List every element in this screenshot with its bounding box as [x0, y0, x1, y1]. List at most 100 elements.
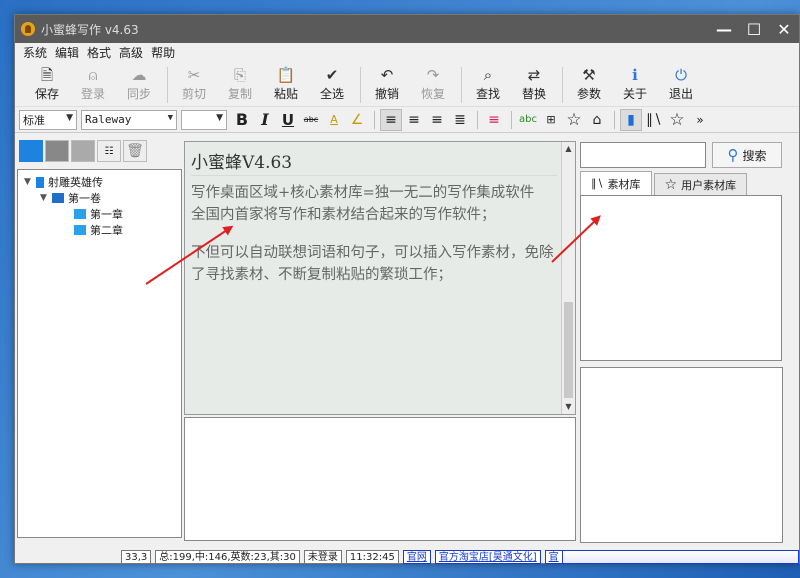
- new-folder-icon[interactable]: [45, 140, 69, 162]
- font-select[interactable]: Raleway ▼: [81, 109, 177, 130]
- tab-label: 用户素材库: [681, 178, 737, 192]
- chevron-down-icon: ▼: [66, 112, 73, 123]
- align-left-icon[interactable]: ≡: [380, 108, 402, 131]
- tab-user-library[interactable]: ☆ 用户素材库: [653, 173, 748, 195]
- menu-help[interactable]: 帮助: [151, 44, 175, 61]
- spellcheck-icon[interactable]: abc: [517, 109, 539, 131]
- status-progress: [561, 550, 799, 564]
- search-bar: ⚲ 搜索: [580, 141, 797, 169]
- tree-node-volume[interactable]: ▼ 第一卷: [24, 190, 181, 206]
- align-justify-icon[interactable]: ≣: [449, 109, 471, 131]
- select-all-button[interactable]: ✔ 全选: [314, 65, 350, 102]
- chapter-file-icon: [74, 209, 86, 219]
- style-select-value: 标准: [23, 113, 45, 127]
- sync-button[interactable]: ☁ 同步: [121, 65, 157, 102]
- list-icon[interactable]: ≡: [483, 109, 505, 131]
- style-select[interactable]: 标准 ▼: [19, 109, 77, 130]
- settings-button[interactable]: ⚒ 参数: [571, 65, 607, 102]
- app-window: 小蜜蜂写作 v4.63 — ☐ ✕ 系统 编辑 格式 高级 帮助 🗎 保存 ⍝ 登录…: [14, 14, 800, 564]
- select-all-label: 全选: [319, 87, 344, 101]
- main-toolbar: 🗎 保存 ⍝ 登录 ☁ 同步 ✂ 剪切 ⎘ 复制 📋 粘贴 ✔ 全选 ↶ 撤销 ↷ 恢复 ⌕ 查找 …: [15, 61, 799, 107]
- editor-paragraph: 不但可以自动联想词语和句子，可以插入写作素材，免除了寻找素材、不断复制粘贴的繁琐…: [191, 245, 554, 283]
- tree-node-chapter-1[interactable]: 第一章: [24, 206, 181, 222]
- exit-button[interactable]: ⏻ 退出: [663, 65, 699, 102]
- clock: 11:32:45: [345, 550, 399, 564]
- replace-icon: ⇄: [527, 66, 541, 84]
- user-icon: ⍝: [88, 66, 98, 84]
- replace-button[interactable]: ⇄ 替换: [516, 65, 552, 102]
- menu-format[interactable]: 格式: [87, 44, 111, 61]
- bold-button[interactable]: B: [231, 109, 253, 131]
- font-color-button[interactable]: A: [323, 109, 345, 131]
- close-button[interactable]: ✕: [769, 15, 799, 43]
- tree-node-book[interactable]: ▼ 射雕英雄传: [24, 174, 181, 190]
- trash-icon[interactable]: 🗑: [123, 140, 147, 162]
- font-size-select[interactable]: ▼: [181, 109, 227, 130]
- material-preview[interactable]: [580, 367, 783, 543]
- word-count-icon[interactable]: ⊞: [540, 109, 562, 131]
- tree-volume-label: 第一卷: [68, 192, 101, 205]
- library-icon[interactable]: ∥∖: [643, 109, 665, 131]
- align-right-icon[interactable]: ≡: [426, 109, 448, 131]
- undo-button[interactable]: ↶ 撤销: [369, 65, 405, 102]
- login-button[interactable]: ⍝ 登录: [75, 65, 111, 102]
- format-divider: [477, 110, 478, 129]
- project-tree[interactable]: ▼ 射雕英雄传 ▼ 第一卷 第一章 第二章: [17, 169, 182, 538]
- underline-button[interactable]: U: [277, 109, 299, 131]
- save-button[interactable]: 🗎 保存: [29, 65, 65, 102]
- title-bar: 小蜜蜂写作 v4.63 — ☐ ✕: [15, 15, 799, 43]
- chevron-down-icon[interactable]: ▼: [40, 193, 52, 203]
- editor-scrollbar[interactable]: ▲ ▼: [561, 142, 575, 414]
- redo-button[interactable]: ↷ 恢复: [415, 65, 451, 102]
- strikethrough-button[interactable]: abc: [300, 109, 322, 131]
- login-status: 未登录: [303, 550, 342, 564]
- paste-icon: 📋: [276, 66, 296, 84]
- taobao-shop-link[interactable]: 官方淘宝店[昊通文化]: [434, 550, 541, 564]
- about-button[interactable]: ℹ 关于: [617, 65, 653, 102]
- scroll-up-icon[interactable]: ▲: [562, 142, 575, 156]
- new-book-icon[interactable]: [19, 140, 43, 162]
- star-icon[interactable]: ☆: [563, 109, 585, 131]
- search-button-label: 搜索: [742, 148, 767, 163]
- properties-icon[interactable]: ☷: [97, 140, 121, 162]
- book-icon[interactable]: ⌂: [586, 109, 608, 131]
- library-icon: ∥∖: [591, 177, 604, 190]
- panel-toggle-icon[interactable]: ▮: [620, 108, 642, 131]
- cursor-position: 33,3: [121, 550, 152, 564]
- extra-link[interactable]: 官: [544, 550, 562, 564]
- sync-icon: ☁: [131, 66, 147, 84]
- highlight-icon[interactable]: ∠: [346, 109, 368, 131]
- paste-button[interactable]: 📋 粘贴: [268, 65, 304, 102]
- undo-label: 撤销: [374, 87, 399, 101]
- secondary-editor[interactable]: [184, 417, 576, 541]
- scroll-down-icon[interactable]: ▼: [562, 400, 575, 414]
- maximize-button[interactable]: ☐: [739, 15, 769, 43]
- new-chapter-icon[interactable]: [71, 140, 95, 162]
- text-editor[interactable]: 小蜜蜂V4.63 写作桌面区域+核心素材库=独一无二的写作集成软件 全国内首家将…: [184, 141, 576, 415]
- tab-material-library[interactable]: ∥∖ 素材库: [580, 171, 652, 195]
- chevron-down-icon[interactable]: ▼: [24, 177, 36, 187]
- search-button[interactable]: ⚲ 搜索: [712, 142, 782, 168]
- find-button[interactable]: ⌕ 查找: [470, 65, 506, 102]
- more-chevron-icon[interactable]: »: [689, 109, 711, 131]
- menu-edit[interactable]: 编辑: [55, 44, 79, 61]
- save-icon: 🗎: [40, 66, 54, 84]
- select-all-icon: ✔: [325, 66, 339, 84]
- minimize-button[interactable]: —: [709, 15, 739, 43]
- copy-button[interactable]: ⎘ 复制: [222, 65, 258, 102]
- copy-icon: ⎘: [233, 66, 246, 84]
- tree-node-chapter-2[interactable]: 第二章: [24, 222, 181, 238]
- search-input[interactable]: [580, 142, 706, 168]
- italic-button[interactable]: I: [254, 109, 276, 131]
- official-site-link[interactable]: 官网: [402, 550, 431, 564]
- cut-button[interactable]: ✂ 剪切: [176, 65, 212, 102]
- paste-label: 粘贴: [273, 87, 298, 101]
- menu-system[interactable]: 系统: [23, 44, 47, 61]
- editor-content[interactable]: 小蜜蜂V4.63 写作桌面区域+核心素材库=独一无二的写作集成软件 全国内首家将…: [191, 148, 557, 408]
- align-center-icon[interactable]: ≡: [403, 109, 425, 131]
- scroll-thumb[interactable]: [564, 302, 573, 398]
- material-list[interactable]: [580, 195, 782, 361]
- menu-advanced[interactable]: 高级: [119, 44, 143, 61]
- chevron-down-icon: ▼: [167, 112, 173, 123]
- favorites-icon[interactable]: ☆: [666, 109, 688, 131]
